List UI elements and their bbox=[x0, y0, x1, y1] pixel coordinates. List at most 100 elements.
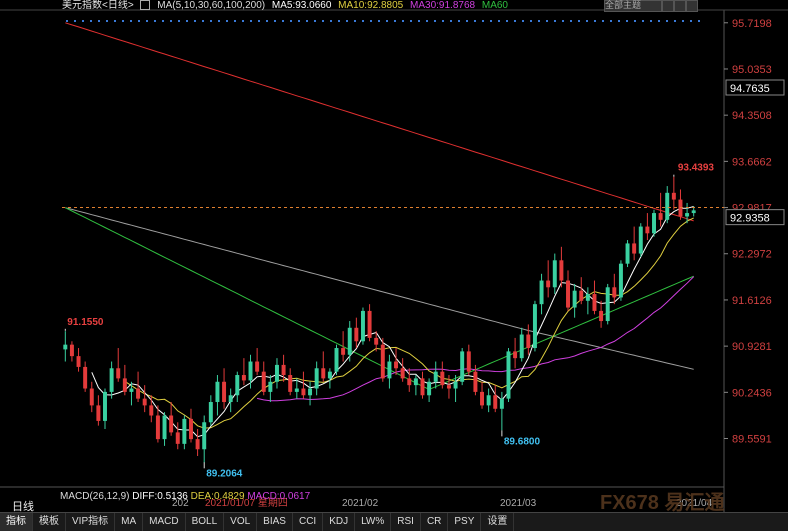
candle-body bbox=[314, 368, 319, 389]
candle-body bbox=[327, 371, 332, 379]
tab-0[interactable]: 指标 bbox=[0, 513, 33, 531]
marker-dot bbox=[586, 20, 588, 22]
marker-dot bbox=[378, 20, 380, 22]
marker-dot bbox=[594, 20, 596, 22]
macd-dea: DEA:0.4829 bbox=[190, 491, 245, 502]
y-tick-label: 95.0353 bbox=[732, 64, 772, 76]
close-icon[interactable] bbox=[686, 0, 698, 12]
tab-9[interactable]: KDJ bbox=[323, 513, 356, 531]
candle-body bbox=[579, 290, 584, 301]
marker-dot bbox=[618, 20, 620, 22]
candle-body bbox=[387, 361, 392, 379]
tab-11[interactable]: RSI bbox=[391, 513, 421, 531]
marker-dot bbox=[650, 20, 652, 22]
candle-body bbox=[63, 344, 68, 350]
candle-body bbox=[69, 344, 74, 357]
marker-dot bbox=[178, 20, 180, 22]
tab-1[interactable]: 模板 bbox=[33, 513, 66, 531]
marker-dot bbox=[98, 20, 100, 22]
candle-body bbox=[374, 337, 379, 345]
marker-dot bbox=[138, 20, 140, 22]
tab-6[interactable]: VOL bbox=[224, 513, 258, 531]
candle-body bbox=[440, 371, 445, 386]
candle-body bbox=[506, 351, 511, 399]
marker-dot bbox=[530, 20, 532, 22]
tab-14[interactable]: 设置 bbox=[481, 513, 515, 531]
marker-dot bbox=[274, 20, 276, 22]
candle-body bbox=[294, 388, 299, 392]
marker-dot bbox=[362, 20, 364, 22]
marker-dot bbox=[698, 20, 700, 22]
candle-body bbox=[420, 378, 425, 396]
candle-body bbox=[103, 391, 107, 421]
chevron-down-icon[interactable] bbox=[662, 0, 674, 12]
tab-10[interactable]: LW% bbox=[355, 513, 392, 531]
candle-body bbox=[195, 439, 200, 450]
marker-dot bbox=[250, 20, 252, 22]
macd-label: MACD(26,12,9) bbox=[60, 491, 130, 502]
marker-dot bbox=[474, 20, 476, 22]
square-icon[interactable] bbox=[674, 0, 686, 12]
candle-body bbox=[122, 378, 127, 392]
candle-body bbox=[592, 294, 597, 311]
marker-dot bbox=[218, 20, 220, 22]
candle-body bbox=[473, 371, 478, 392]
candle-body bbox=[169, 415, 174, 433]
ma-params: MA(5,10,30,60,100,200) bbox=[157, 0, 266, 11]
marker-dot bbox=[74, 20, 76, 22]
candle-body bbox=[354, 327, 359, 342]
marker-dot bbox=[130, 20, 132, 22]
tab-4[interactable]: MACD bbox=[143, 513, 186, 531]
main-menu-label: 全部主题 bbox=[605, 0, 642, 10]
marker-dot bbox=[154, 20, 156, 22]
candle-body bbox=[526, 334, 531, 349]
ma30-value: MA30:91.8768 bbox=[410, 0, 476, 11]
marker-dot bbox=[82, 20, 84, 22]
candle-body bbox=[400, 368, 405, 379]
price-chart[interactable]: 95.719895.035394.350893.666292.981792.29… bbox=[0, 0, 788, 530]
tab-8[interactable]: CCI bbox=[293, 513, 324, 531]
symbol-label[interactable]: 美元指数<日线> bbox=[62, 0, 134, 11]
marker-dot bbox=[410, 20, 412, 22]
marker-dot bbox=[66, 20, 68, 22]
tab-2[interactable]: VIP指标 bbox=[66, 513, 116, 531]
tab-3[interactable]: MA bbox=[115, 513, 144, 531]
candle-body bbox=[685, 213, 690, 217]
tab-5[interactable]: BOLL bbox=[186, 513, 225, 531]
candle-body bbox=[255, 361, 260, 372]
ma-toggle-icon[interactable] bbox=[140, 0, 151, 10]
candle-body bbox=[222, 381, 227, 403]
tab-12[interactable]: CR bbox=[421, 513, 449, 531]
tab-7[interactable]: BIAS bbox=[257, 513, 293, 531]
marker-dot bbox=[322, 20, 324, 22]
current-price-label: 92.9358 bbox=[730, 213, 770, 225]
marker-dot bbox=[234, 20, 236, 22]
y-tick-label: 90.9281 bbox=[732, 341, 772, 353]
marker-dot bbox=[162, 20, 164, 22]
candle-body bbox=[235, 375, 240, 396]
candle-body bbox=[552, 260, 557, 288]
candle-body bbox=[513, 351, 518, 359]
marker-dot bbox=[122, 20, 124, 22]
candle-body bbox=[241, 375, 246, 381]
candle-body bbox=[76, 356, 81, 367]
candle-body bbox=[618, 263, 623, 298]
candle-body bbox=[109, 368, 114, 392]
y-tick-label: 94.3508 bbox=[732, 110, 772, 122]
main-menu-button[interactable]: 全部主题 bbox=[604, 0, 662, 12]
candle-body bbox=[182, 418, 187, 444]
marker-dot bbox=[610, 20, 612, 22]
candle-body bbox=[480, 391, 485, 406]
x-tick-label: 2021/03 bbox=[500, 498, 537, 509]
macd-header: MACD(26,12,9) DIFF:0.5136 DEA:0.4829 MAC… bbox=[60, 491, 310, 502]
candle-body bbox=[274, 364, 279, 382]
candle-body bbox=[281, 364, 286, 376]
tab-13[interactable]: PSY bbox=[448, 513, 482, 531]
candle-body bbox=[539, 280, 544, 305]
candle-body bbox=[638, 226, 643, 254]
ma200-line bbox=[65, 22, 694, 222]
macd-value: MACD:0.0617 bbox=[247, 491, 311, 502]
candle-body bbox=[413, 378, 418, 386]
candle-body bbox=[460, 351, 465, 382]
marker-dot bbox=[674, 20, 676, 22]
